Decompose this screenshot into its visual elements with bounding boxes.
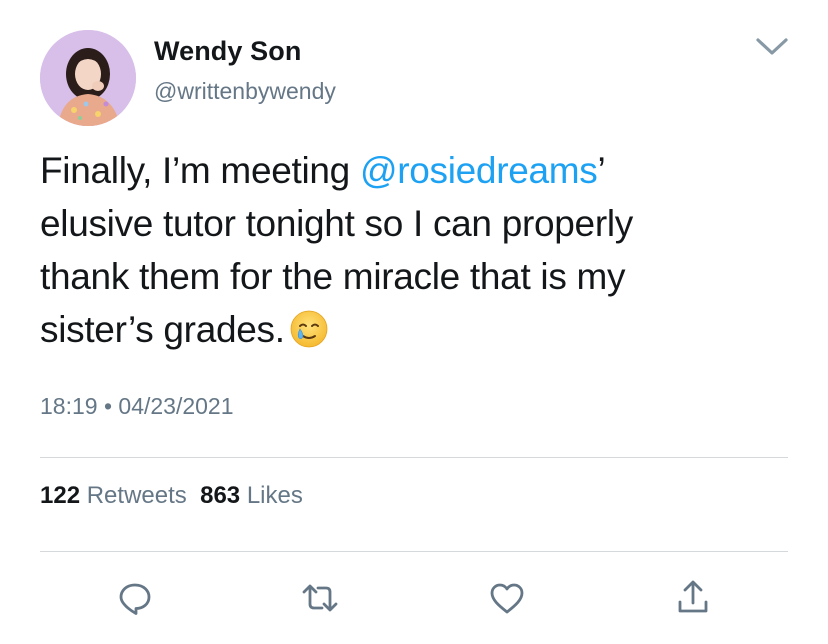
share-icon — [673, 578, 713, 618]
tweet-text-segment: sister’s grades. — [40, 309, 285, 350]
meta-separator: • — [103, 393, 113, 419]
retweet-icon — [300, 578, 340, 618]
retweets-count: 122 — [40, 482, 81, 509]
tweet-line-1: Finally, I’m meeting @rosiedreams’ — [40, 144, 780, 197]
divider — [40, 457, 788, 458]
divider — [40, 551, 788, 552]
reply-button[interactable] — [115, 578, 155, 618]
retweet-button[interactable] — [300, 578, 340, 618]
tweet-time: 18:19 — [40, 393, 98, 419]
likes-stat[interactable]: 863 Likes — [200, 482, 303, 509]
tweet-timestamp[interactable]: 18:19 • 04/23/2021 — [40, 393, 234, 420]
mention-link[interactable]: @rosiedreams — [360, 150, 598, 191]
like-icon — [487, 578, 527, 618]
tweet-date: 04/23/2021 — [118, 393, 234, 419]
tweet-stats: 122 Retweets 863 Likes — [40, 482, 303, 510]
retweets-stat[interactable]: 122 Retweets — [40, 482, 187, 509]
tweet-line-4: sister’s grades. — [40, 303, 780, 356]
reply-icon — [115, 578, 155, 618]
share-button[interactable] — [673, 578, 713, 618]
retweets-label: Retweets — [86, 482, 187, 509]
tweet-text-segment: Finally, I’m meeting — [40, 150, 360, 191]
avatar[interactable] — [40, 30, 136, 126]
likes-label: Likes — [246, 482, 303, 509]
display-name[interactable]: Wendy Son — [154, 36, 301, 67]
chevron-down-icon[interactable] — [752, 32, 792, 60]
smiling-face-with-tear-icon — [289, 309, 329, 349]
like-button[interactable] — [487, 578, 527, 618]
user-handle[interactable]: @writtenbywendy — [154, 78, 336, 105]
tweet-text-segment: ’ — [597, 150, 606, 191]
tweet-card: Wendy Son @writtenbywendy Finally, I’m m… — [0, 0, 828, 644]
likes-count: 863 — [200, 482, 241, 509]
tweet-line-3: thank them for the miracle that is my — [40, 256, 626, 297]
tweet-line-2: elusive tutor tonight so I can properly — [40, 203, 633, 244]
tweet-text: Finally, I’m meeting @rosiedreams’ elusi… — [40, 144, 780, 356]
